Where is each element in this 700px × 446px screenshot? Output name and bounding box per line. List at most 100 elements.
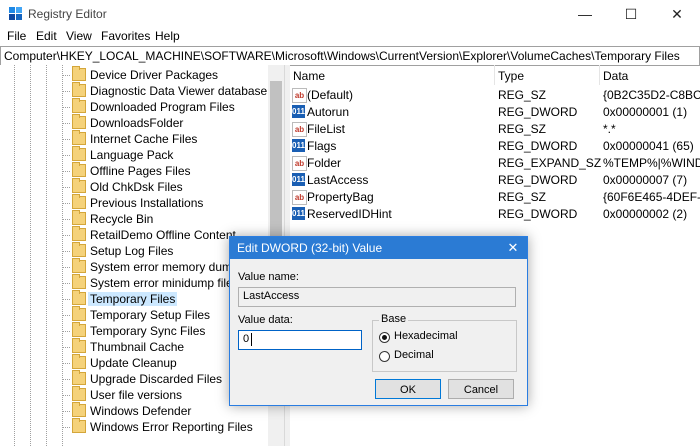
dword-value-icon: 011 bbox=[292, 139, 305, 152]
folder-icon bbox=[72, 242, 86, 257]
tree-item[interactable]: Offline Pages Files bbox=[62, 162, 278, 179]
address-path: Computer\HKEY_LOCAL_MACHINE\SOFTWARE\Mic… bbox=[4, 49, 680, 63]
tree-connector bbox=[62, 267, 70, 268]
tree-item-label: Temporary Files bbox=[88, 292, 178, 306]
tree-item-label: Language Pack bbox=[90, 148, 174, 162]
base-group-title: Base bbox=[379, 313, 409, 325]
value-row[interactable]: abFolder REG_EXPAND_SZ%TEMP%|%WINDIR bbox=[289, 155, 700, 172]
tree-item-label: RetailDemo Offline Content bbox=[90, 228, 236, 242]
dialog-close-button[interactable]: ✕ bbox=[499, 237, 527, 259]
value-name: LastAccess bbox=[307, 173, 369, 187]
tree-item-label: Temporary Setup Files bbox=[90, 308, 211, 322]
tree-item-label: System error minidump files bbox=[90, 276, 239, 290]
minimize-button[interactable]: — bbox=[562, 0, 608, 28]
value-name: Flags bbox=[307, 139, 337, 153]
tree-connector bbox=[62, 235, 70, 236]
column-header-type[interactable]: Type bbox=[494, 65, 600, 85]
menu-file[interactable]: File bbox=[7, 29, 26, 43]
tree-connector bbox=[62, 315, 70, 316]
tree-item[interactable]: Downloaded Program Files bbox=[62, 98, 278, 115]
value-name: ReservedIDHint bbox=[307, 207, 392, 221]
menu-edit[interactable]: Edit bbox=[36, 29, 57, 43]
menu-view[interactable]: View bbox=[66, 29, 92, 43]
tree-guide-line bbox=[30, 65, 31, 446]
value-type: REG_DWORD bbox=[498, 139, 578, 153]
value-data: 0x00000041 (65) bbox=[603, 139, 694, 153]
value-row[interactable]: 011 Flags REG_DWORD 0x00000041 (65) bbox=[289, 138, 700, 155]
close-button[interactable]: ✕ bbox=[654, 0, 700, 28]
title-bar: Registry Editor — ☐ ✕ bbox=[0, 0, 700, 28]
tree-item-label: Setup Log Files bbox=[90, 244, 174, 258]
value-name: (Default) bbox=[307, 88, 354, 102]
tree-connector bbox=[62, 203, 70, 204]
value-row[interactable]: 011 ReservedIDHint REG_DWORD 0x00000002 (2) bbox=[289, 206, 700, 223]
tree-connector bbox=[62, 107, 70, 108]
tree-guide-line bbox=[14, 65, 15, 446]
value-type: REG_DWORD bbox=[498, 207, 578, 221]
folder-icon bbox=[72, 162, 86, 177]
dialog-title: Edit DWORD (32-bit) Value bbox=[237, 241, 383, 255]
value-name: FileList bbox=[307, 122, 346, 136]
tree-item[interactable]: Device Driver Packages bbox=[62, 66, 278, 83]
value-row[interactable]: ab FileList REG_SZ *.* bbox=[289, 121, 700, 138]
folder-icon bbox=[72, 82, 86, 97]
folder-icon bbox=[72, 210, 86, 225]
decimal-label[interactable]: Decimal bbox=[394, 349, 434, 361]
tree-item-label: Update Cleanup bbox=[90, 356, 177, 370]
tree-item[interactable]: Language Pack bbox=[62, 146, 278, 163]
string-value-icon: ab bbox=[292, 156, 307, 171]
tree-guide-line bbox=[46, 65, 47, 446]
value-data: 0x00000001 (1) bbox=[603, 105, 688, 119]
folder-icon bbox=[72, 226, 86, 241]
column-header-name[interactable]: Name bbox=[289, 65, 495, 85]
string-value-icon: ab bbox=[292, 190, 307, 205]
folder-icon bbox=[72, 114, 86, 129]
tree-item-label: Downloaded Program Files bbox=[90, 100, 235, 114]
tree-item-label: Windows Error Reporting Files bbox=[90, 420, 253, 434]
tree-connector bbox=[62, 299, 70, 300]
string-value-icon: ab bbox=[292, 122, 307, 137]
tree-item-label: Temporary Sync Files bbox=[90, 324, 206, 338]
value-row[interactable]: abPropertyBag REG_SZ {60F6E465-4DEF-11c bbox=[289, 189, 700, 206]
folder-icon bbox=[72, 146, 86, 161]
tree-item[interactable]: Recycle Bin bbox=[62, 210, 278, 227]
ok-button[interactable]: OK bbox=[375, 379, 441, 399]
maximize-button[interactable]: ☐ bbox=[608, 0, 654, 28]
tree-item[interactable]: Old ChkDsk Files bbox=[62, 178, 278, 195]
text-caret bbox=[251, 333, 252, 346]
folder-icon bbox=[72, 322, 86, 337]
value-type: REG_DWORD bbox=[498, 105, 578, 119]
value-data-input[interactable]: 0 bbox=[238, 330, 362, 350]
value-data: {60F6E465-4DEF-11c bbox=[603, 190, 700, 204]
value-row[interactable]: 011 LastAccess REG_DWORD 0x00000007 (7) bbox=[289, 172, 700, 189]
hexadecimal-radio[interactable] bbox=[379, 332, 390, 343]
value-row[interactable]: ab(Default) REG_SZ {0B2C35D2-C8BC-4 bbox=[289, 87, 700, 104]
tree-item[interactable]: Internet Cache Files bbox=[62, 130, 278, 147]
decimal-radio[interactable] bbox=[379, 351, 390, 362]
tree-item[interactable]: Diagnostic Data Viewer database files bbox=[62, 82, 280, 99]
menu-favorites[interactable]: Favorites bbox=[101, 29, 150, 43]
tree-connector bbox=[62, 427, 70, 428]
value-row[interactable]: 011 Autorun REG_DWORD 0x00000001 (1) bbox=[289, 104, 700, 121]
tree-item-label: Diagnostic Data Viewer database files bbox=[90, 84, 280, 98]
cancel-button[interactable]: Cancel bbox=[448, 379, 514, 399]
tree-connector bbox=[62, 283, 70, 284]
string-value-icon: ab bbox=[292, 88, 307, 103]
tree-connector bbox=[62, 347, 70, 348]
tree-item-label: DownloadsFolder bbox=[90, 116, 184, 130]
address-bar[interactable]: Computer\HKEY_LOCAL_MACHINE\SOFTWARE\Mic… bbox=[0, 46, 700, 66]
value-data: {0B2C35D2-C8BC-4 bbox=[603, 88, 700, 102]
tree-item[interactable]: Windows Error Reporting Files bbox=[62, 418, 278, 435]
tree-item[interactable]: DownloadsFolder bbox=[62, 114, 278, 131]
column-header-data[interactable]: Data bbox=[599, 65, 700, 85]
tree-connector bbox=[62, 91, 70, 92]
value-name-label: Value name: bbox=[238, 271, 299, 283]
value-name: Folder bbox=[307, 156, 342, 170]
tree-connector bbox=[62, 331, 70, 332]
tree-item[interactable]: Previous Installations bbox=[62, 194, 278, 211]
hexadecimal-label[interactable]: Hexadecimal bbox=[394, 330, 458, 342]
value-name: PropertyBag bbox=[307, 190, 374, 204]
window-title: Registry Editor bbox=[28, 7, 107, 21]
menu-help[interactable]: Help bbox=[155, 29, 180, 43]
value-data-label: Value data: bbox=[238, 314, 293, 326]
